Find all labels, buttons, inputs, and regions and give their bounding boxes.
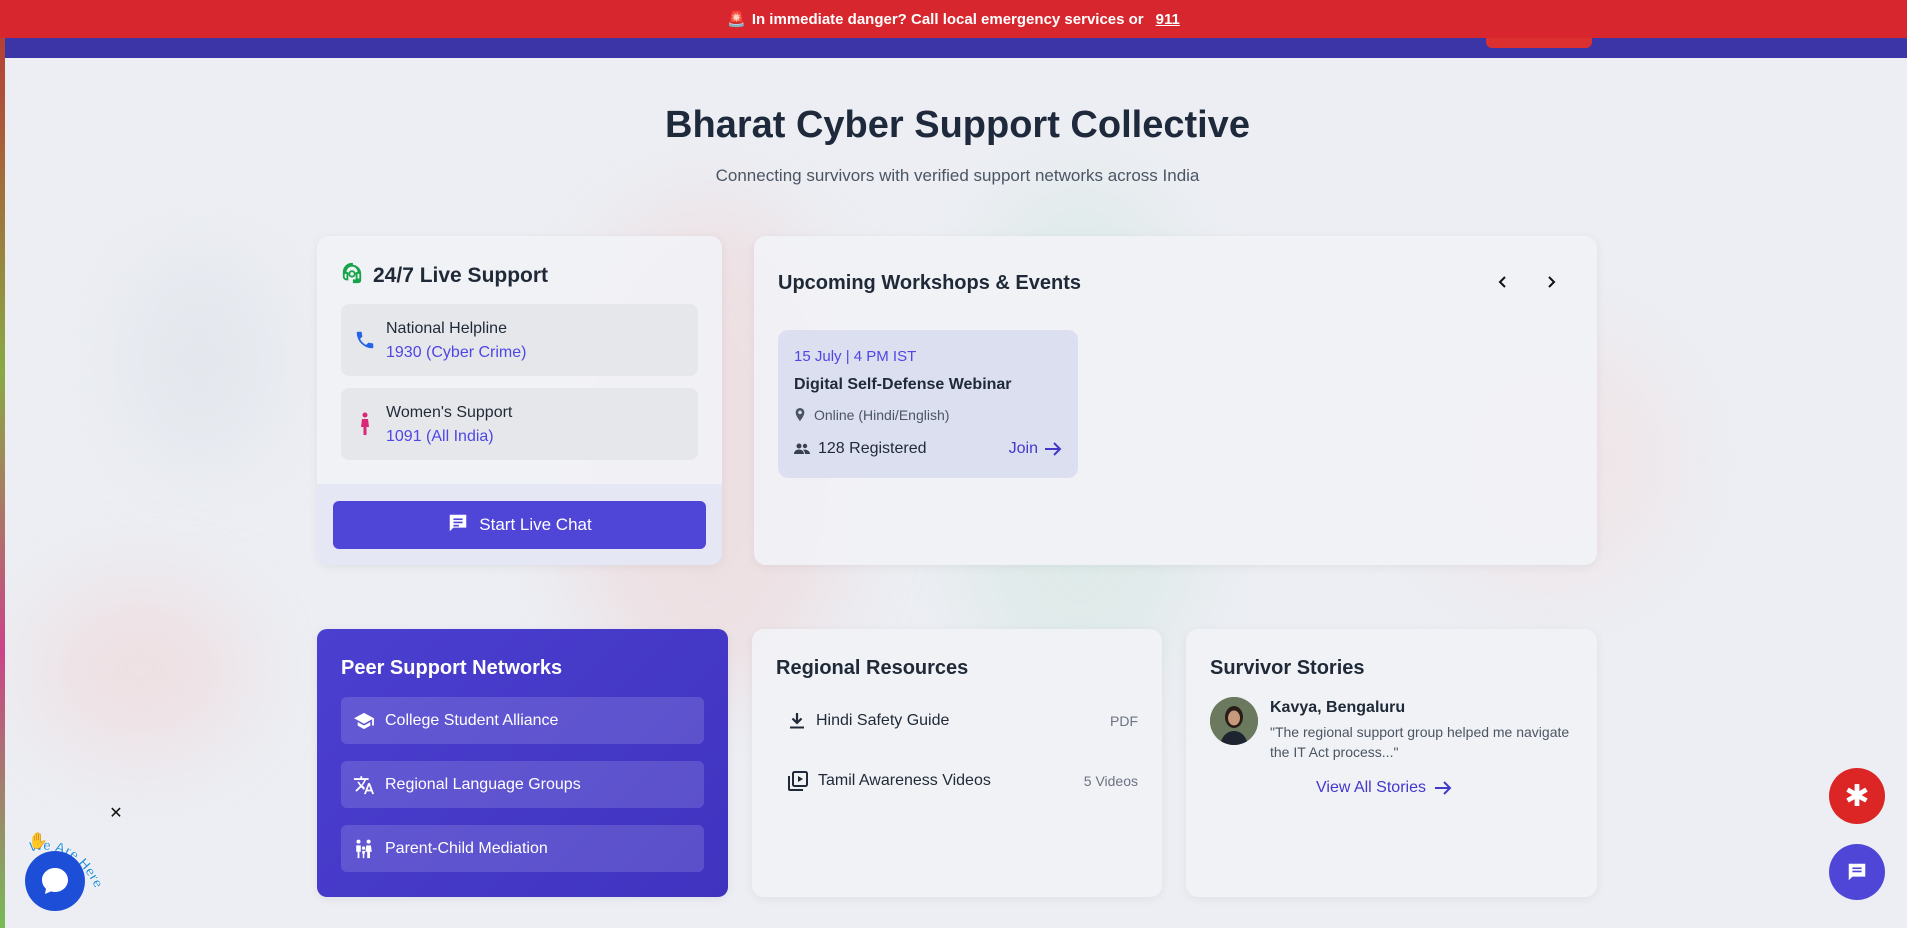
workshops-title: Upcoming Workshops & Events (778, 272, 1082, 294)
helpline-name: Women's Support (386, 404, 513, 421)
left-edge-strip (0, 0, 5, 928)
location-pin-icon (795, 408, 805, 422)
survivor-stories-card: Survivor Stories Kavya, Bengaluru "The r… (1186, 629, 1597, 897)
woman-icon (353, 412, 377, 436)
chat-bubble-icon (1848, 863, 1866, 881)
story-author: Kavya, Bengaluru (1270, 699, 1406, 716)
family-icon (356, 839, 372, 858)
view-all-stories-link[interactable]: View All Stories (1316, 779, 1452, 797)
asterisk-icon: ✱ (1844, 779, 1870, 813)
chat-button-label: Start Live Chat (479, 515, 592, 534)
story-quote: "The regional support group helped me na… (1270, 724, 1570, 760)
main-content: Bharat Cyber Support Collective Connecti… (0, 0, 1907, 928)
helpline-number[interactable]: 1930 (Cyber Crime) (386, 344, 526, 362)
nav-bar (5, 38, 1907, 58)
event-date: 15 July | 4 PM IST (794, 348, 917, 365)
regional-resources-card: Regional Resources Hindi Safety Guide PD… (752, 629, 1162, 897)
peer-item-label: College Student Alliance (385, 711, 559, 729)
helpline-name: National Helpline (386, 320, 507, 337)
resource-tamil-videos[interactable]: Tamil Awareness Videos 5 Videos (788, 767, 1138, 795)
emergency-alert-bar: 🚨 In immediate danger? Call local emerge… (0, 0, 1907, 38)
live-support-card: 24/7 Live Support National Helpline 1930… (317, 236, 722, 565)
people-icon (794, 443, 810, 454)
survivor-stories-title: Survivor Stories (1210, 657, 1365, 679)
chat-widget-icon (42, 868, 68, 894)
start-live-chat-button[interactable]: Start Live Chat (333, 501, 706, 549)
chevron-left-icon (1498, 276, 1506, 288)
support-agent-icon (341, 262, 363, 290)
nav-action-button[interactable] (1486, 38, 1592, 48)
page-subtitle: Connecting survivors with verified suppo… (715, 166, 1200, 185)
peer-support-card: Peer Support Networks College Student Al… (317, 629, 728, 897)
event-registered-text: 128 Registered (818, 440, 927, 457)
page-title: Bharat Cyber Support Collective (665, 104, 1250, 146)
close-icon: ✕ (109, 805, 123, 822)
regional-resources-title: Regional Resources (776, 657, 969, 679)
chat-widget-launcher[interactable] (25, 851, 85, 911)
event-location: Online (Hindi/English) (794, 407, 949, 423)
siren-icon: 🚨 (727, 11, 746, 28)
peer-item-college[interactable]: College Student Alliance (341, 697, 704, 744)
view-all-stories-label: View All Stories (1316, 779, 1426, 796)
phone-icon (353, 328, 377, 352)
alert-text: In immediate danger? Call local emergenc… (751, 10, 1144, 28)
event-join-link[interactable]: Join (1009, 440, 1062, 458)
helpline-national[interactable]: National Helpline 1930 (Cyber Crime) (341, 304, 698, 376)
download-icon (790, 713, 804, 729)
peer-item-label: Parent-Child Mediation (385, 839, 548, 857)
prev-arrow-button[interactable] (1489, 268, 1517, 296)
peer-support-title: Peer Support Networks (341, 657, 563, 679)
widget-close-button[interactable]: ✕ (108, 805, 124, 822)
event-location-text: Online (Hindi/English) (814, 407, 950, 423)
emergency-number-link[interactable]: 911 (1156, 11, 1180, 28)
event-title: Digital Self-Defense Webinar (794, 376, 1012, 393)
arrow-right-icon (1434, 781, 1452, 795)
graduation-cap-icon (354, 712, 374, 729)
chevron-right-icon (1548, 276, 1556, 288)
resource-label: Hindi Safety Guide (816, 712, 950, 729)
join-label: Join (1008, 440, 1038, 457)
workshops-card: Upcoming Workshops & Events 15 July | 4 … (754, 236, 1597, 565)
live-support-title: 24/7 Live Support (373, 264, 549, 287)
event-card[interactable]: 15 July | 4 PM IST Digital Self-Defense … (778, 330, 1078, 478)
live-support-header: 24/7 Live Support (341, 262, 548, 290)
helpline-women[interactable]: Women's Support 1091 (All India) (341, 388, 698, 460)
arrow-right-icon (1045, 442, 1062, 456)
peer-item-label: Regional Language Groups (385, 775, 581, 793)
chat-fab-button[interactable] (1829, 844, 1885, 900)
helpline-number[interactable]: 1091 (All India) (386, 428, 494, 446)
resource-meta: 5 Videos (1083, 773, 1138, 789)
live-support-footer: Start Live Chat (317, 484, 722, 565)
next-arrow-button[interactable] (1537, 268, 1565, 296)
resource-label: Tamil Awareness Videos (818, 772, 991, 789)
resource-meta: PDF (1110, 713, 1138, 729)
translate-icon (353, 775, 375, 794)
emergency-fab-button[interactable]: ✱ (1829, 768, 1885, 824)
video-library-icon (788, 771, 808, 791)
waving-hand-icon: ✋ (28, 831, 48, 850)
chat-bubble-icon (447, 512, 469, 539)
event-registered: 128 Registered (794, 440, 927, 458)
peer-item-parent-child[interactable]: Parent-Child Mediation (341, 825, 704, 872)
resource-hindi-guide[interactable]: Hindi Safety Guide PDF (788, 707, 1138, 735)
avatar (1210, 697, 1258, 745)
peer-item-regional-language[interactable]: Regional Language Groups (341, 761, 704, 808)
